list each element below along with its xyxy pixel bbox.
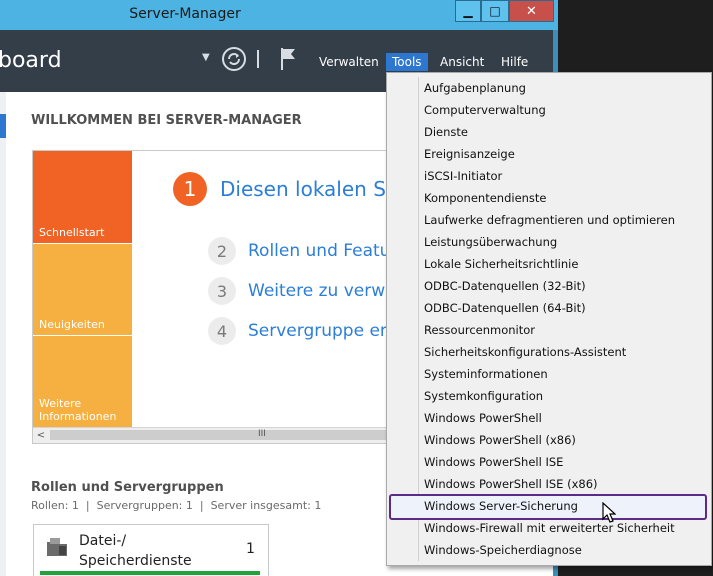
step-4[interactable]: 4 Servergruppe erst: [208, 317, 393, 345]
tile-schnellstart[interactable]: Schnellstart: [33, 151, 132, 243]
menu-item-windows-powershell-ise-x86[interactable]: Windows PowerShell ISE (x86): [424, 477, 598, 491]
tools-dropdown-menu: Aufgabenplanung Computerverwaltung Dienste…: [386, 72, 712, 566]
menu-item-aufgabenplanung[interactable]: Aufgabenplanung: [424, 81, 526, 95]
minimize-button[interactable]: ▁: [455, 0, 481, 22]
title-bar[interactable]: Server-Manager ▁ □ ✕: [0, 0, 558, 30]
page-title: board: [0, 48, 62, 73]
step-number: 2: [208, 237, 236, 265]
step-link[interactable]: Rollen und Feature: [248, 241, 393, 261]
menu-item-systemkonfiguration[interactable]: Systemkonfiguration: [424, 389, 543, 403]
menu-item-laufwerke-defragmentieren-und-optimieren[interactable]: Laufwerke defragmentieren und optimieren: [424, 213, 675, 227]
role-card-name-line1: Datei-/: [79, 533, 127, 549]
menu-ansicht[interactable]: Ansicht: [434, 53, 490, 71]
nav-selected-indicator[interactable]: [0, 114, 6, 138]
menu-item-komponentendienste[interactable]: Komponentendienste: [424, 191, 547, 205]
left-nav-strip: [0, 92, 6, 576]
role-card-name-line2: Speicherdienste: [79, 553, 192, 569]
chevron-down-icon[interactable]: ▼: [202, 52, 210, 63]
step-1[interactable]: 1 Diesen lokalen Se: [173, 172, 393, 206]
menu-tools[interactable]: Tools: [386, 53, 428, 71]
window-title: Server-Manager: [129, 6, 241, 22]
header-divider: [257, 50, 259, 68]
step-number: 4: [208, 317, 236, 345]
menu-verwalten[interactable]: Verwalten: [313, 53, 385, 71]
menu-hilfe[interactable]: Hilfe: [495, 53, 534, 71]
roles-stats: Rollen: 1 | Servergruppen: 1 | Server in…: [31, 499, 322, 512]
horizontal-scrollbar[interactable]: < III: [33, 427, 393, 443]
step-2[interactable]: 2 Rollen und Feature: [208, 237, 393, 265]
tile-weitere-informationen[interactable]: Weitere Informationen: [33, 336, 132, 427]
step-link[interactable]: Weitere zu verwal: [248, 281, 393, 301]
welcome-heading: WILLKOMMEN BEI SERVER-MANAGER: [31, 113, 302, 128]
mouse-pointer-icon: [602, 501, 617, 528]
step-link[interactable]: Servergruppe erst: [248, 321, 393, 341]
menu-item-odbc-datenquellen-32-bit[interactable]: ODBC-Datenquellen (32-Bit): [424, 279, 586, 293]
flag-icon[interactable]: [279, 46, 299, 76]
menu-item-dienste[interactable]: Dienste: [424, 125, 468, 139]
menu-item-lokale-sicherheitsrichtlinie[interactable]: Lokale Sicherheitsrichtlinie: [424, 257, 578, 271]
step-3[interactable]: 3 Weitere zu verwal: [208, 277, 393, 305]
role-card-count: 1: [246, 541, 255, 557]
menu-item-windows-firewall-mit-erweiterter-sicherheit[interactable]: Windows-Firewall mit erweiterter Sicherh…: [424, 521, 675, 535]
scroll-grip-icon: III: [258, 429, 266, 439]
menu-item-windows-speicherdiagnose[interactable]: Windows-Speicherdiagnose: [424, 543, 582, 557]
menu-item-windows-server-sicherung[interactable]: Windows Server-Sicherung: [424, 499, 578, 513]
roles-section-heading: Rollen und Servergruppen: [31, 480, 224, 495]
tile-neuigkeiten[interactable]: Neuigkeiten: [33, 244, 132, 335]
menu-item-windows-powershell[interactable]: Windows PowerShell: [424, 411, 542, 425]
scroll-left-arrow[interactable]: <: [33, 428, 49, 443]
role-card-file-storage[interactable]: Datei-/ Speicherdienste 1: [33, 524, 269, 576]
menu-item-windows-powershell-x86[interactable]: Windows PowerShell (x86): [424, 433, 576, 447]
refresh-icon[interactable]: [221, 46, 247, 76]
role-card-name: Datei-/ Speicherdienste: [79, 531, 192, 571]
scroll-thumb[interactable]: III: [50, 429, 390, 440]
role-status-bar: [40, 571, 260, 575]
menu-item-computerverwaltung[interactable]: Computerverwaltung: [424, 103, 546, 117]
menu-item-sicherheitskonfigurations-assistent[interactable]: Sicherheitskonfigurations-Assistent: [424, 345, 626, 359]
maximize-button[interactable]: □: [481, 0, 509, 22]
menu-item-odbc-datenquellen-64-bit[interactable]: ODBC-Datenquellen (64-Bit): [424, 301, 586, 315]
step-number: 1: [173, 172, 207, 206]
step-link[interactable]: Diesen lokalen Se: [220, 177, 393, 201]
menu-item-ressourcenmonitor[interactable]: Ressourcenmonitor: [424, 323, 535, 337]
step-number: 3: [208, 277, 236, 305]
menu-item-ereignisanzeige[interactable]: Ereignisanzeige: [424, 147, 515, 161]
close-button[interactable]: ✕: [509, 0, 554, 22]
folder-icon: [46, 537, 68, 557]
menu-item-iscsi-initiator[interactable]: iSCSI-Initiator: [424, 169, 502, 183]
menu-item-systeminformationen[interactable]: Systeminformationen: [424, 367, 548, 381]
menu-icon-column-separator: [418, 77, 419, 561]
menu-item-windows-powershell-ise[interactable]: Windows PowerShell ISE: [424, 455, 563, 469]
welcome-tile-panel: Schnellstart Neuigkeiten Weitere Informa…: [32, 150, 394, 444]
menu-item-leistungsüberwachung[interactable]: Leistungsüberwachung: [424, 235, 557, 249]
